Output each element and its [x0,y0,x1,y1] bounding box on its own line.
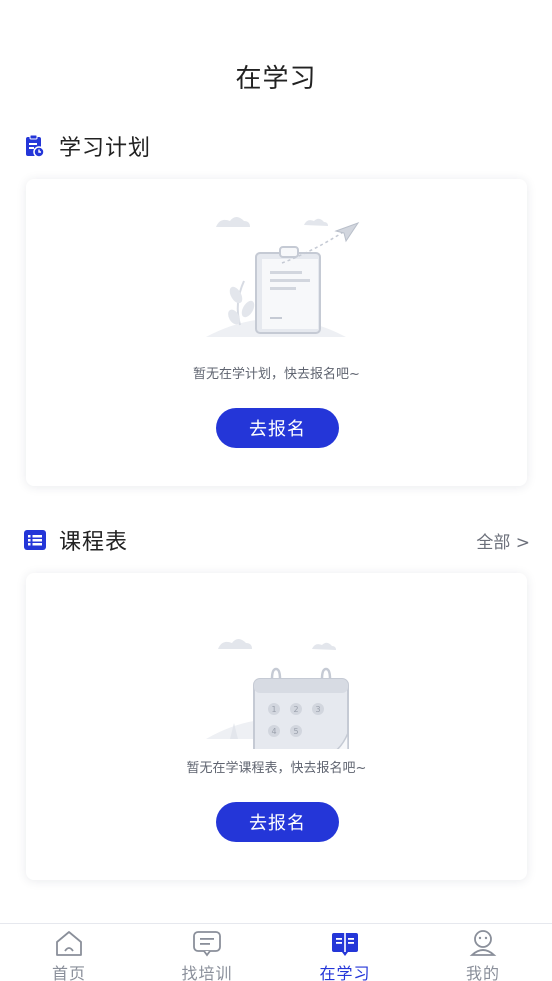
page-title: 在学习 [235,64,317,94]
list-icon [24,528,46,552]
section-title: 课程表 [59,530,129,555]
calendar-day-1: 1 [271,705,276,714]
calendar-day-4: 4 [271,727,276,736]
tab-label: 找培训 [181,964,233,981]
calendar-day-3: 3 [315,705,320,714]
empty-calendar-illustration: 1 2 3 4 5 [206,639,349,749]
empty-state-text: 暂无在学课程表，快去报名吧~ [186,761,367,776]
study-plan-card: 暂无在学计划，快去报名吧~ 去报名 [26,179,527,486]
clipboard-clock-icon [24,134,46,158]
tab-home[interactable]: 首页 [0,924,138,981]
calendar-day-5: 5 [293,727,298,736]
calendar-day-2: 2 [293,705,298,714]
tab-find-training[interactable]: 找培训 [138,924,276,981]
tab-label: 在学习 [319,964,371,981]
schedule-header: 课程表 全部 > [24,526,530,555]
view-all-link[interactable]: 全部 > [476,528,530,553]
tab-studying[interactable]: 在学习 [276,924,414,981]
enroll-button[interactable]: 去报名 [216,802,339,842]
tab-label: 首页 [51,964,86,981]
message-icon [192,929,222,957]
study-plan-header: 学习计划 [24,132,530,161]
bottom-tab-bar: 首页 找培训 在学习 我的 [0,923,552,981]
home-icon [54,929,84,957]
book-icon [330,929,360,957]
profile-icon [468,929,498,957]
tab-profile[interactable]: 我的 [414,924,552,981]
schedule-card: 1 2 3 4 5 暂无在学课程表，快去报名吧~ 去报名 [26,573,527,880]
section-title: 学习计划 [59,136,152,161]
enroll-button[interactable]: 去报名 [216,408,339,448]
empty-state-text: 暂无在学计划，快去报名吧~ [193,367,360,382]
screen: 在学习 学习计划 暂无在学计划，快去报名吧~ 去报名 课程表 全部 > 1 2 … [0,0,552,981]
tab-label: 我的 [465,964,500,981]
empty-plan-illustration [206,217,360,337]
